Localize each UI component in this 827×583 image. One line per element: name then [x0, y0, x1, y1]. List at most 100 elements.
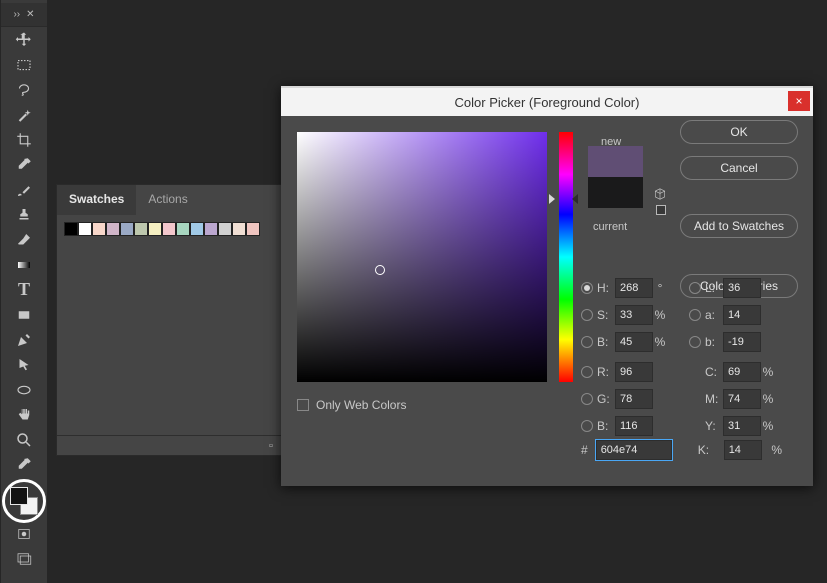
foreground-background-swatch[interactable]: [1, 481, 47, 521]
color-field[interactable]: [297, 132, 547, 382]
eyedropper-icon: [15, 156, 33, 174]
hue-strip[interactable]: [559, 132, 573, 382]
input-b-hsb[interactable]: [615, 332, 653, 352]
add-to-swatches-button[interactable]: Add to Swatches: [680, 214, 798, 238]
radio-l[interactable]: [689, 282, 701, 294]
color-picker-dialog: Color Picker (Foreground Color) × new cu…: [281, 86, 813, 486]
screen-mode-tool[interactable]: [1, 546, 47, 571]
brush-tool[interactable]: [1, 177, 47, 202]
stamp-tool[interactable]: [1, 202, 47, 227]
label-a: a:: [705, 308, 723, 322]
input-g[interactable]: [615, 389, 653, 409]
close-icon: ✕: [26, 9, 34, 20]
ellipse-tool[interactable]: [1, 377, 47, 402]
swatch[interactable]: [218, 222, 232, 236]
move-icon: [15, 31, 33, 49]
wand-tool[interactable]: [1, 102, 47, 127]
crop-icon: [15, 131, 33, 149]
swatch[interactable]: [232, 222, 246, 236]
input-b-rgb[interactable]: [615, 416, 653, 436]
toolbar-collapse[interactable]: ›› ✕: [1, 3, 47, 27]
web-safe-swatch[interactable]: [656, 205, 666, 215]
input-s[interactable]: [615, 305, 653, 325]
current-color-swatch[interactable]: [588, 177, 643, 208]
label-r: R:: [597, 365, 615, 379]
swatch[interactable]: [134, 222, 148, 236]
ok-button[interactable]: OK: [680, 120, 798, 144]
eraser-tool[interactable]: [1, 227, 47, 252]
path-select-tool[interactable]: [1, 352, 47, 377]
stamp-icon: [15, 206, 33, 224]
swatch[interactable]: [148, 222, 162, 236]
zoom-tool[interactable]: [1, 427, 47, 452]
dialog-titlebar[interactable]: Color Picker (Foreground Color) ×: [281, 88, 813, 116]
input-k[interactable]: [724, 440, 762, 460]
swatch[interactable]: [246, 222, 260, 236]
quick-mask-tool[interactable]: [1, 521, 47, 546]
swatch[interactable]: [176, 222, 190, 236]
rectangle-icon: [15, 306, 33, 324]
hue-slider-arrow-left: [549, 194, 555, 204]
close-button[interactable]: ×: [788, 91, 810, 111]
unit-pct-b: %: [653, 335, 667, 349]
pen-tool[interactable]: [1, 327, 47, 352]
swatch[interactable]: [120, 222, 134, 236]
type-tool[interactable]: T: [1, 277, 47, 302]
panel-tabs: Swatches Actions: [57, 185, 285, 215]
shape-tool[interactable]: [1, 302, 47, 327]
input-c[interactable]: [723, 362, 761, 382]
radio-b-rgb[interactable]: [581, 420, 593, 432]
unit-pct-c: %: [761, 365, 775, 379]
swatch[interactable]: [106, 222, 120, 236]
swatches-body: [57, 215, 285, 435]
dialog-title: Color Picker (Foreground Color): [281, 95, 813, 110]
marquee-tool[interactable]: [1, 52, 47, 77]
label-b-hsb: B:: [597, 335, 615, 349]
swatch-row: [64, 222, 278, 236]
input-y[interactable]: [723, 416, 761, 436]
gradient-tool[interactable]: [1, 252, 47, 277]
radio-s[interactable]: [581, 309, 593, 321]
only-web-colors-checkbox[interactable]: [297, 399, 309, 411]
radio-r[interactable]: [581, 366, 593, 378]
swatch[interactable]: [78, 222, 92, 236]
label-m: M:: [705, 392, 723, 406]
hex-row: # K: %: [581, 440, 784, 460]
input-a[interactable]: [723, 305, 761, 325]
swatch[interactable]: [204, 222, 218, 236]
move-tool[interactable]: [1, 27, 47, 52]
swatch[interactable]: [190, 222, 204, 236]
foreground-color-swatch[interactable]: [10, 487, 28, 505]
hand-tool[interactable]: [1, 402, 47, 427]
input-b-lab[interactable]: [723, 332, 761, 352]
tab-actions[interactable]: Actions: [136, 185, 199, 215]
unit-deg: °: [653, 281, 667, 295]
lasso-tool[interactable]: [1, 77, 47, 102]
color-fields: H: ° L: S: % a:: [581, 274, 799, 439]
radio-h[interactable]: [581, 282, 593, 294]
radio-b-hsb[interactable]: [581, 336, 593, 348]
radio-b-lab[interactable]: [689, 336, 701, 348]
swatch[interactable]: [162, 222, 176, 236]
crop-tool[interactable]: [1, 127, 47, 152]
dropper-icon: [15, 456, 33, 474]
input-l[interactable]: [723, 278, 761, 298]
hash-label: #: [581, 443, 588, 457]
swatch[interactable]: [64, 222, 78, 236]
input-r[interactable]: [615, 362, 653, 382]
gamut-warning-icon[interactable]: [653, 187, 667, 201]
zoom-icon: [15, 431, 33, 449]
radio-a[interactable]: [689, 309, 701, 321]
swatch[interactable]: [92, 222, 106, 236]
input-hex[interactable]: [596, 440, 672, 460]
cancel-button[interactable]: Cancel: [680, 156, 798, 180]
input-m[interactable]: [723, 389, 761, 409]
eyedropper-tool[interactable]: [1, 152, 47, 177]
panel-menu-icon[interactable]: ▫: [269, 440, 281, 452]
lasso-icon: [15, 81, 33, 99]
radio-g[interactable]: [581, 393, 593, 405]
color-sampler-tool[interactable]: [1, 452, 47, 477]
label-k: K:: [698, 443, 716, 457]
input-h[interactable]: [615, 278, 653, 298]
tab-swatches[interactable]: Swatches: [57, 185, 136, 215]
